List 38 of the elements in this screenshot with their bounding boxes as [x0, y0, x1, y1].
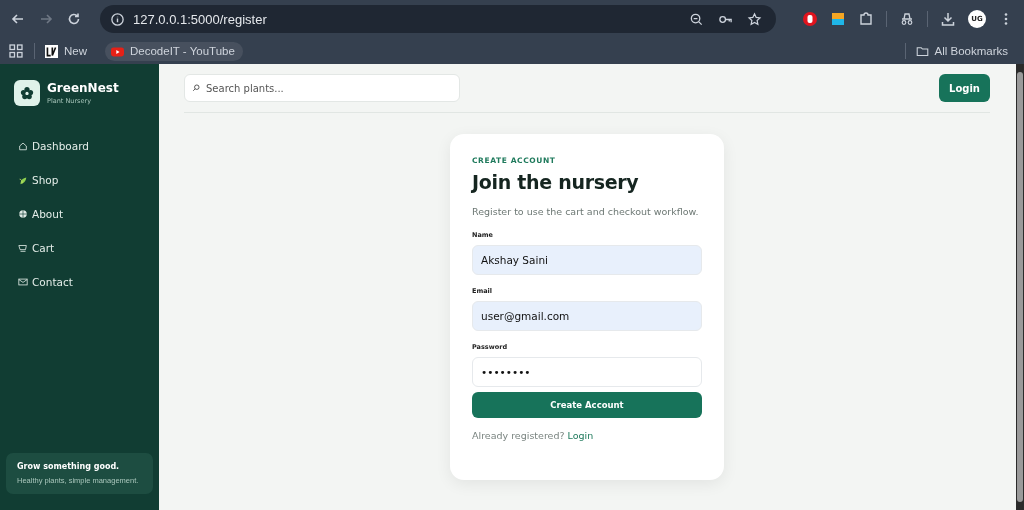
- nav-link[interactable]: Cart: [18, 238, 141, 257]
- play-icon: [111, 44, 124, 58]
- input-field[interactable]: ••••••••: [472, 357, 702, 387]
- input-field[interactable]: Akshay Saini: [472, 245, 702, 275]
- card-title: Join the nursery: [472, 171, 640, 193]
- search-field[interactable]: Search plants...: [184, 74, 460, 102]
- brand-name: GreenNest: [47, 81, 119, 95]
- search-icon: [192, 84, 200, 92]
- bookmark[interactable]: DecodeIT - YouTube: [105, 41, 243, 61]
- login-link[interactable]: Login: [567, 430, 594, 441]
- home-icon: [18, 140, 28, 151]
- globe-icon: [18, 208, 28, 219]
- login-button[interactable]: Login: [939, 74, 990, 102]
- logo-icon: [45, 44, 58, 58]
- nav-link[interactable]: Contact: [18, 272, 141, 291]
- address-bar[interactable]: 127.0.0.1:5000/register: [100, 5, 776, 33]
- zoom-out-icon[interactable]: [689, 11, 704, 27]
- mail-icon: [18, 276, 28, 287]
- promo-title: Grow something good.: [17, 462, 121, 471]
- card-subtitle: Register to use the cart and checkout workflow.: [472, 206, 700, 217]
- reload-icon[interactable]: [66, 11, 82, 27]
- extension-icon[interactable]: [830, 11, 846, 27]
- star-icon[interactable]: [747, 11, 762, 27]
- nav-link[interactable]: About: [18, 204, 141, 223]
- flower-logo-icon: [14, 80, 40, 106]
- all-bookmarks-button[interactable]: All Bookmarks: [915, 42, 1016, 60]
- input-field[interactable]: user@gmail.com: [472, 301, 702, 331]
- cart-icon: [18, 242, 28, 253]
- apps-icon[interactable]: [8, 43, 24, 59]
- info-icon[interactable]: [110, 11, 125, 27]
- create-account-button[interactable]: Create Account: [472, 392, 702, 418]
- folder-icon: [915, 44, 929, 58]
- footer-text: Already registered?: [472, 430, 565, 441]
- nav-link[interactable]: Shop: [18, 170, 141, 189]
- scrollbar[interactable]: [1016, 64, 1024, 510]
- download-icon[interactable]: [940, 11, 956, 27]
- nav-link[interactable]: Dashboard: [18, 136, 141, 155]
- bookmark[interactable]: New: [45, 42, 95, 60]
